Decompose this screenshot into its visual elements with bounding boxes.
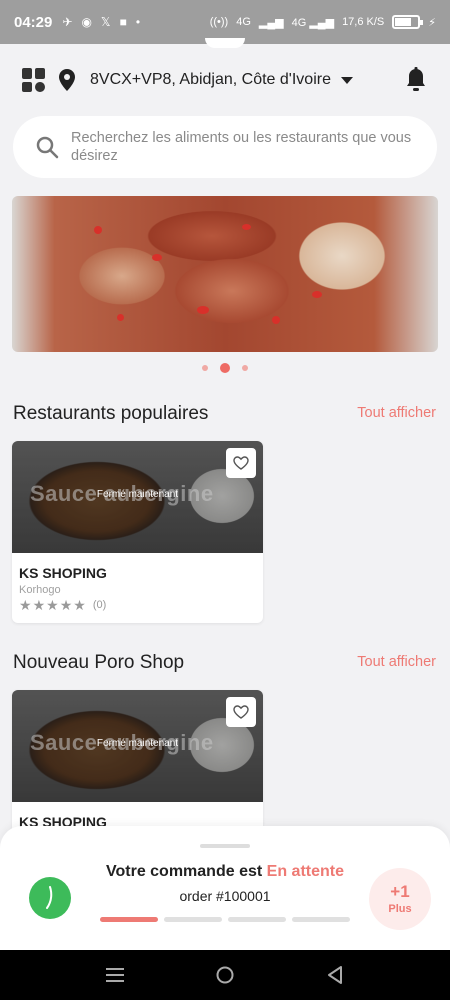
progress-segment <box>228 917 286 922</box>
progress-segment-done <box>100 917 158 922</box>
order-status-value: En attente <box>266 863 344 880</box>
more-orders-count: +1 <box>390 882 410 901</box>
order-status-sheet[interactable]: Votre commande est En attente order #100… <box>0 826 450 950</box>
network-label: 4G <box>236 16 251 28</box>
carousel-dot-active[interactable] <box>220 363 230 373</box>
restaurant-image: Sauce aubergine Fermé maintenant <box>12 690 263 802</box>
progress-segment <box>292 917 350 922</box>
restaurant-image: Sauce aubergine Fermé maintenant <box>12 441 263 553</box>
search-icon <box>36 136 59 159</box>
sheet-drag-nub <box>205 38 245 48</box>
location-pin-icon <box>59 69 75 91</box>
carousel-indicator <box>0 363 450 373</box>
star-icon: ★ <box>73 597 86 613</box>
bird-icon: ✈ <box>62 15 73 29</box>
carousel-dot[interactable] <box>242 365 248 371</box>
promo-banner[interactable] <box>12 196 438 352</box>
network-label-2: 4G ▂▄▆ <box>291 16 335 29</box>
popular-restaurants-title: Restaurants populaires <box>13 403 209 424</box>
closed-label: Fermé maintenant <box>96 738 179 749</box>
progress-segment <box>164 917 222 922</box>
favorite-heart-icon[interactable] <box>226 448 256 478</box>
hotspot-icon: ((•)) <box>209 16 229 28</box>
chevron-down-icon[interactable] <box>340 76 353 84</box>
location-header: 8VCX+VP8, Abidjan, Côte d'Ivoire <box>0 62 450 98</box>
rating-stars: ★ ★ ★ ★ ★ (0) <box>19 598 256 612</box>
menu-grid-icon[interactable] <box>22 68 46 92</box>
speed-label: 17,6 K/S <box>342 16 385 28</box>
restaurant-city: Korhogo <box>19 584 61 596</box>
carousel-dot[interactable] <box>202 365 208 371</box>
address-label[interactable]: 8VCX+VP8, Abidjan, Côte d'Ivoire <box>90 71 331 89</box>
more-orders-label: Plus <box>388 903 412 915</box>
order-title-prefix: Votre commande est <box>106 863 263 880</box>
order-progress <box>100 917 350 922</box>
star-icon: ★ <box>19 597 32 613</box>
home-icon[interactable] <box>213 963 237 987</box>
square-notification-icon: ■ <box>119 15 127 29</box>
star-icon: ★ <box>32 597 46 613</box>
search-input[interactable]: Recherchez les aliments ou les restauran… <box>71 129 419 165</box>
new-see-all-link[interactable]: Tout afficher <box>357 654 436 670</box>
favorite-heart-icon[interactable] <box>226 697 256 727</box>
back-icon[interactable] <box>323 963 347 987</box>
sheet-handle[interactable] <box>200 844 250 848</box>
star-icon: ★ <box>46 597 59 613</box>
recent-apps-icon[interactable] <box>103 963 127 987</box>
closed-label: Fermé maintenant <box>96 489 179 500</box>
signal-icon: ▂▄▆ <box>258 16 284 29</box>
new-shop-title: Nouveau Poro Shop <box>13 652 185 673</box>
review-count: (0) <box>92 599 107 611</box>
star-icon: ★ <box>59 597 73 613</box>
app-notification-icon: ◉ <box>81 15 92 29</box>
system-nav-bar <box>0 950 450 1000</box>
bell-icon[interactable] <box>404 67 428 93</box>
more-orders-button[interactable]: +1 Plus <box>369 868 431 930</box>
x-icon: 𝕏 <box>100 15 111 29</box>
battery-icon <box>392 15 424 29</box>
status-time: 04:29 <box>14 13 53 31</box>
search-bar[interactable]: Recherchez les aliments ou les restauran… <box>13 116 437 178</box>
charging-icon: ⚡ <box>428 16 436 29</box>
restaurant-card[interactable]: Sauce aubergine Fermé maintenant KS SHOP… <box>12 441 263 623</box>
dot-icon: • <box>135 15 141 29</box>
popular-see-all-link[interactable]: Tout afficher <box>357 405 436 421</box>
restaurant-name: KS SHOPING <box>19 565 107 581</box>
